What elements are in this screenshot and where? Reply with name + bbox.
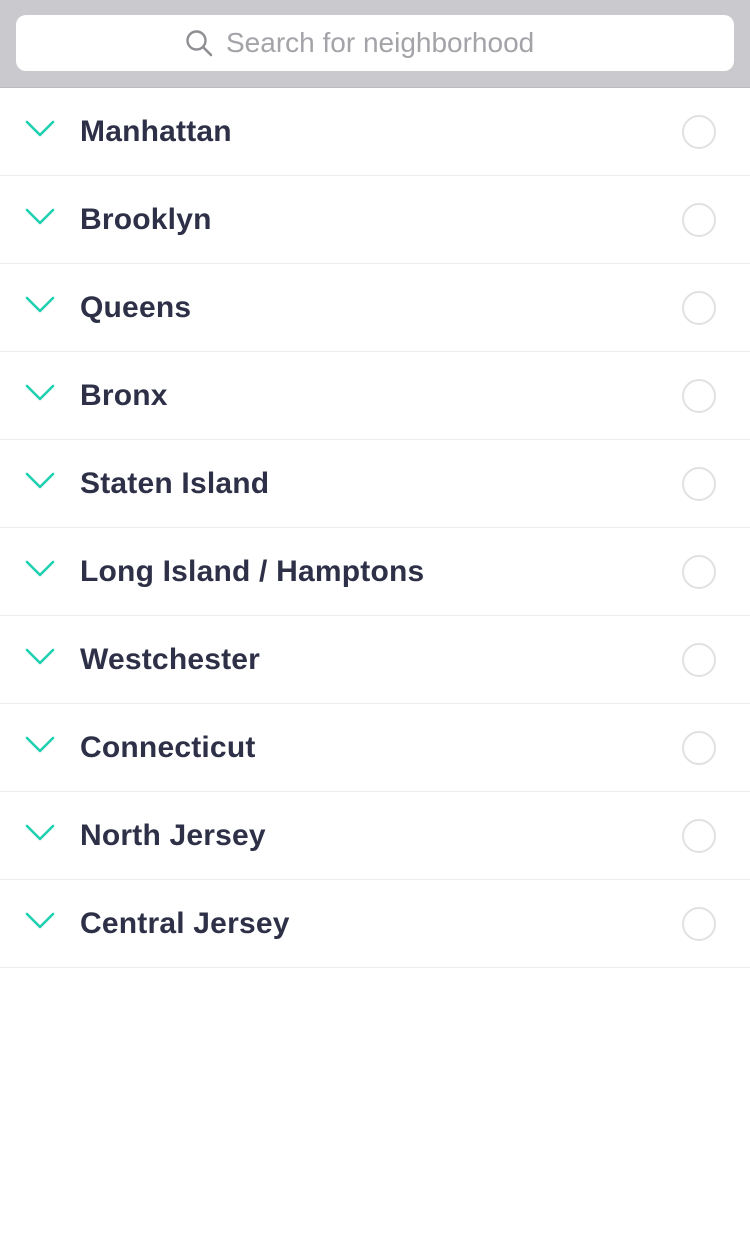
chevron-down-icon[interactable] [24,734,56,756]
region-radio[interactable] [682,291,716,325]
region-label: Long Island / Hamptons [80,554,425,588]
chevron-down-icon[interactable] [24,294,56,316]
region-label: Bronx [80,378,168,412]
search-icon [184,28,214,58]
region-radio[interactable] [682,819,716,853]
region-row-brooklyn[interactable]: Brooklyn [0,176,750,264]
region-row-connecticut[interactable]: Connecticut [0,704,750,792]
region-list: Manhattan Brooklyn Queens Bronx Staten I… [0,88,750,968]
region-label: Brooklyn [80,202,212,236]
region-row-long-island-hamptons[interactable]: Long Island / Hamptons [0,528,750,616]
region-row-north-jersey[interactable]: North Jersey [0,792,750,880]
search-bar [0,0,750,88]
chevron-down-icon[interactable] [24,382,56,404]
region-radio[interactable] [682,379,716,413]
region-row-queens[interactable]: Queens [0,264,750,352]
chevron-down-icon[interactable] [24,470,56,492]
region-label: Connecticut [80,730,256,764]
region-row-westchester[interactable]: Westchester [0,616,750,704]
region-radio[interactable] [682,203,716,237]
chevron-down-icon[interactable] [24,118,56,140]
region-radio[interactable] [682,467,716,501]
region-row-manhattan[interactable]: Manhattan [0,88,750,176]
chevron-down-icon[interactable] [24,822,56,844]
chevron-down-icon[interactable] [24,558,56,580]
region-radio[interactable] [682,907,716,941]
search-input[interactable] [226,27,566,59]
region-row-central-jersey[interactable]: Central Jersey [0,880,750,968]
region-radio[interactable] [682,643,716,677]
region-radio[interactable] [682,731,716,765]
chevron-down-icon[interactable] [24,646,56,668]
region-radio[interactable] [682,555,716,589]
chevron-down-icon[interactable] [24,910,56,932]
region-label: Manhattan [80,114,232,148]
region-label: Central Jersey [80,906,290,940]
region-label: Staten Island [80,466,270,500]
region-row-staten-island[interactable]: Staten Island [0,440,750,528]
search-field[interactable] [16,15,734,71]
region-radio[interactable] [682,115,716,149]
chevron-down-icon[interactable] [24,206,56,228]
region-label: Queens [80,290,192,324]
region-row-bronx[interactable]: Bronx [0,352,750,440]
region-label: North Jersey [80,818,266,852]
region-label: Westchester [80,642,261,676]
